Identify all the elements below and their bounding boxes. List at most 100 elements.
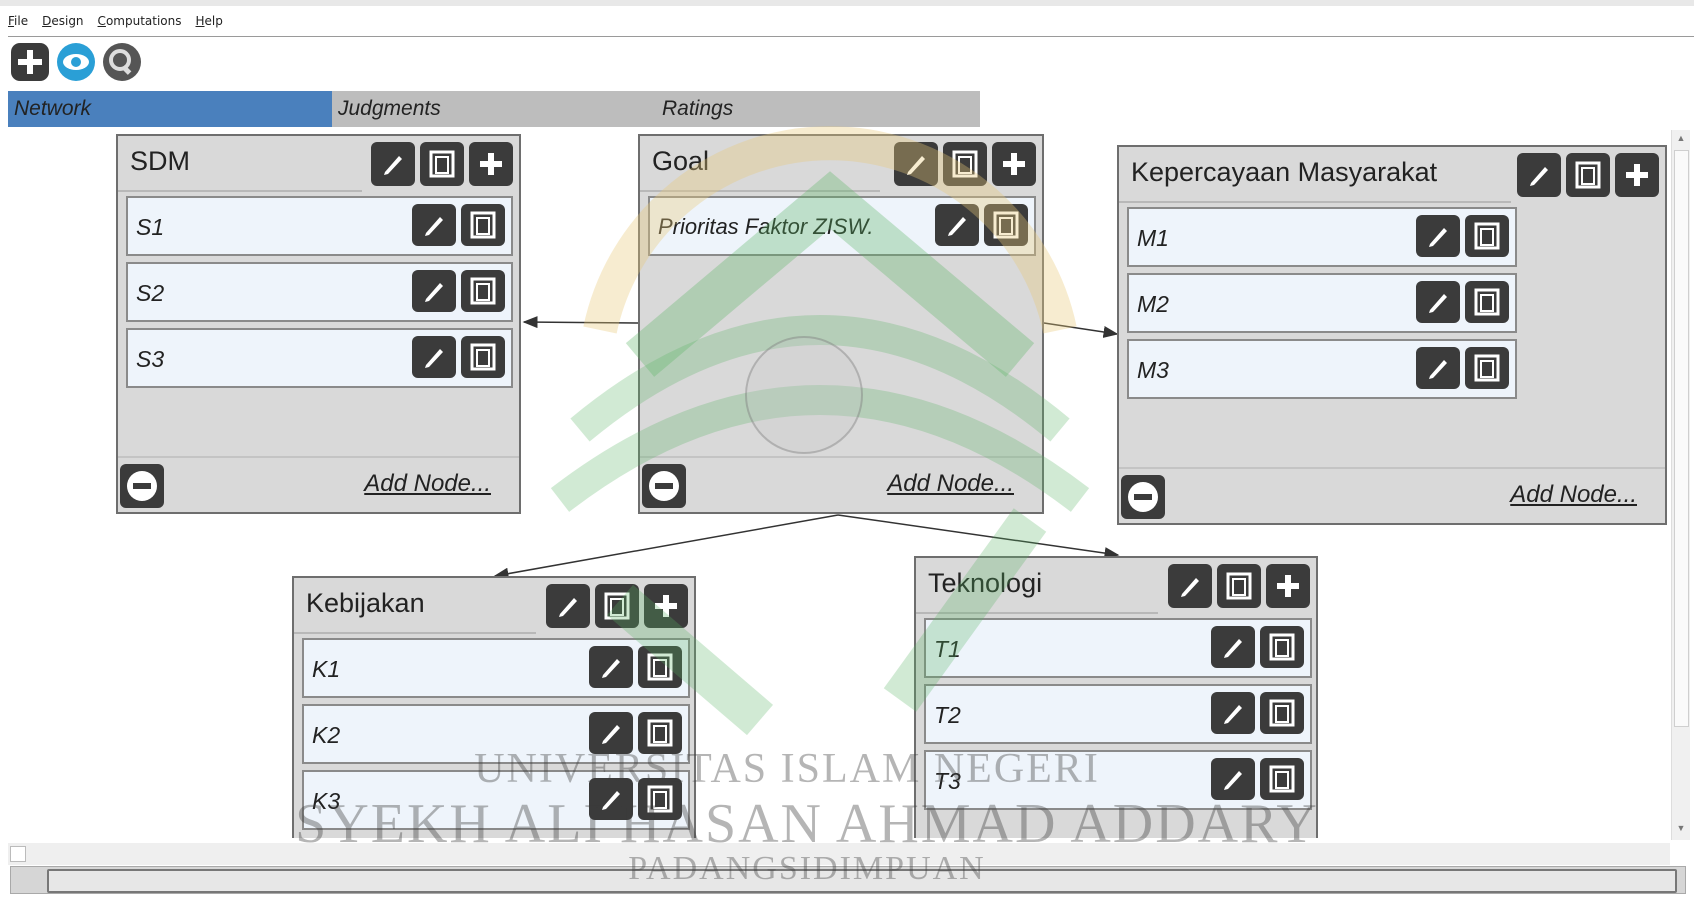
delete-cluster-button[interactable] — [943, 142, 987, 186]
edit-node-button[interactable] — [1211, 758, 1255, 800]
node-item[interactable]: K1 — [302, 638, 690, 698]
edit-cluster-button[interactable] — [1168, 564, 1212, 608]
node-item[interactable]: T1 — [924, 618, 1312, 678]
add-node-plus-button[interactable] — [992, 142, 1036, 186]
cluster-header: Kepercayaan Masyarakat — [1119, 147, 1665, 201]
node-item[interactable]: S3 — [126, 328, 513, 388]
edit-node-button[interactable] — [1416, 347, 1460, 389]
goal-to-kebijakan-arrow — [493, 514, 839, 580]
delete-node-button[interactable] — [1260, 692, 1304, 734]
header-rule — [118, 190, 362, 192]
node-item[interactable]: M2 — [1127, 273, 1517, 333]
delete-cluster-button[interactable] — [1566, 153, 1610, 197]
pencil-icon — [425, 283, 443, 302]
collapse-cluster-button[interactable] — [1121, 475, 1165, 519]
edit-cluster-button[interactable] — [371, 142, 415, 186]
delete-node-button[interactable] — [1465, 215, 1509, 257]
delete-node-button[interactable] — [1465, 347, 1509, 389]
delete-node-button[interactable] — [1260, 626, 1304, 668]
cluster-footer: Add Node... — [640, 456, 1042, 512]
node-item[interactable]: K3 — [302, 770, 690, 830]
add-node-link[interactable]: Add Node... — [364, 470, 491, 498]
horizontal-scrollbar[interactable] — [8, 843, 1670, 865]
cluster-kebijakan[interactable]: Kebijakan K1 K2 K3 — [292, 576, 696, 838]
cluster-title: SDM — [130, 146, 190, 176]
delete-cluster-button[interactable] — [420, 142, 464, 186]
vertical-scrollbar[interactable]: ▲ ▼ — [1671, 130, 1690, 840]
delete-node-button[interactable] — [638, 646, 682, 688]
node-item[interactable]: S1 — [126, 196, 513, 256]
collapse-cluster-button[interactable] — [642, 464, 686, 508]
cluster-kepercayaan-masyarakat[interactable]: Kepercayaan Masyarakat M1 M2 M3 Add Node… — [1117, 145, 1667, 525]
node-item[interactable]: M3 — [1127, 339, 1517, 399]
edit-node-button[interactable] — [1416, 281, 1460, 323]
trash-icon — [470, 211, 496, 239]
node-item[interactable]: Prioritas Faktor ZISW. — [648, 196, 1036, 256]
scroll-up-icon[interactable]: ▲ — [1675, 132, 1687, 144]
pencil-icon — [384, 156, 402, 175]
edit-node-button[interactable] — [589, 778, 633, 820]
trash-icon — [952, 150, 978, 178]
edit-cluster-button[interactable] — [894, 142, 938, 186]
add-node-plus-button[interactable] — [1266, 564, 1310, 608]
delete-node-button[interactable] — [638, 712, 682, 754]
status-bar — [10, 866, 1686, 894]
delete-node-button[interactable] — [1465, 281, 1509, 323]
collapse-cluster-button[interactable] — [120, 464, 164, 508]
delete-node-button[interactable] — [984, 204, 1028, 246]
pencil-icon — [1429, 360, 1447, 379]
cluster-goal[interactable]: Goal Prioritas Faktor ZISW. Add Node... — [638, 134, 1044, 514]
delete-node-button[interactable] — [461, 270, 505, 312]
delete-node-button[interactable] — [1260, 758, 1304, 800]
cluster-title: Kebijakan — [306, 588, 425, 618]
add-node-plus-button[interactable] — [644, 584, 688, 628]
node-label: Prioritas Faktor ZISW. — [658, 214, 874, 239]
add-node-plus-button[interactable] — [469, 142, 513, 186]
node-label: K2 — [312, 722, 341, 748]
pencil-icon — [1224, 639, 1242, 658]
node-item[interactable]: T2 — [924, 684, 1312, 744]
delete-node-button[interactable] — [461, 336, 505, 378]
edit-node-button[interactable] — [1211, 626, 1255, 668]
edit-node-button[interactable] — [935, 204, 979, 246]
edit-node-button[interactable] — [412, 204, 456, 246]
edit-node-button[interactable] — [412, 270, 456, 312]
scrollbar-thumb[interactable] — [1674, 150, 1689, 727]
delete-cluster-button[interactable] — [595, 584, 639, 628]
edit-node-button[interactable] — [589, 646, 633, 688]
cluster-title: Teknologi — [928, 568, 1043, 598]
delete-node-button[interactable] — [638, 778, 682, 820]
cluster-sdm[interactable]: SDM S1 S2 S3 Add Node... — [116, 134, 521, 514]
add-node-link[interactable]: Add Node... — [887, 470, 1014, 498]
node-label: S3 — [136, 346, 165, 372]
edit-node-button[interactable] — [589, 712, 633, 754]
pencil-icon — [1181, 578, 1199, 597]
add-node-plus-button[interactable] — [1615, 153, 1659, 197]
trash-icon — [1269, 633, 1295, 661]
trash-icon — [470, 343, 496, 371]
delete-cluster-button[interactable] — [1217, 564, 1261, 608]
edit-cluster-button[interactable] — [546, 584, 590, 628]
node-item[interactable]: S2 — [126, 262, 513, 322]
plus-icon — [1277, 575, 1299, 597]
add-node-link[interactable]: Add Node... — [1510, 481, 1637, 509]
node-item[interactable]: T3 — [924, 750, 1312, 810]
delete-node-button[interactable] — [461, 204, 505, 246]
header-rule — [916, 612, 1158, 614]
node-item[interactable]: K2 — [302, 704, 690, 764]
cluster-teknologi[interactable]: Teknologi T1 T2 T3 — [914, 556, 1318, 838]
node-item[interactable]: M1 — [1127, 207, 1517, 267]
edit-node-button[interactable] — [1416, 215, 1460, 257]
cluster-footer: Add Node... — [118, 456, 519, 512]
edit-cluster-button[interactable] — [1517, 153, 1561, 197]
trash-icon — [1474, 354, 1500, 382]
node-label: K1 — [312, 656, 341, 682]
edit-node-button[interactable] — [412, 336, 456, 378]
scroll-down-icon[interactable]: ▼ — [1675, 822, 1687, 834]
scroll-left-button[interactable] — [10, 846, 26, 862]
pencil-icon — [602, 659, 620, 678]
node-label: K3 — [312, 788, 341, 814]
pencil-icon — [602, 725, 620, 744]
cluster-header: SDM — [118, 136, 519, 190]
edit-node-button[interactable] — [1211, 692, 1255, 734]
